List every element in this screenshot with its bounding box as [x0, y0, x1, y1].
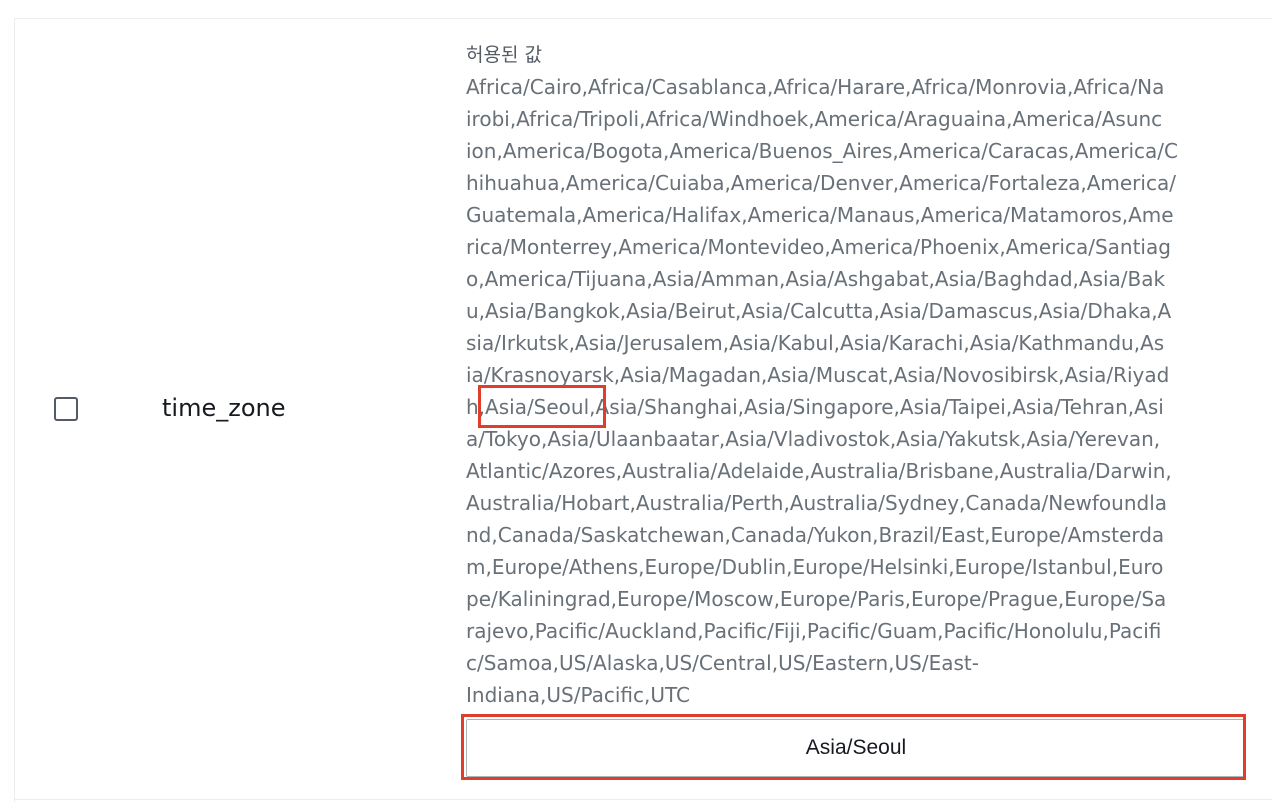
allowed-values-line: Indiana,US/Pacific,UTC	[466, 683, 691, 707]
allowed-values-line: pe/Kaliningrad,Europe/Moscow,Europe/Pari…	[466, 587, 1167, 611]
allowed-values-line: Guatemala,America/Halifax,America/Manaus…	[466, 203, 1174, 227]
allowed-values-line: a/Tokyo,Asia/Ulaanbaatar,Asia/Vladivosto…	[466, 427, 1161, 451]
allowed-values-line: nd,Canada/Saskatchewan,Canada/Yukon,Braz…	[466, 523, 1165, 547]
parameter-table-fragment: time_zone 허용된 값 Africa/Cairo,Africa/Casa…	[0, 0, 1272, 802]
row-bottom-border	[14, 799, 1272, 800]
allowed-values-line: Australia/Hobart,Australia/Perth,Austral…	[466, 491, 1168, 515]
allowed-values-line: rica/Monterrey,America/Montevideo,Americ…	[466, 235, 1171, 259]
allowed-values-line: Atlantic/Azores,Australia/Adelaide,Austr…	[466, 459, 1172, 483]
allowed-values-line: ia/Krasnoyarsk,Asia/Magadan,Asia/Muscat,…	[466, 363, 1170, 387]
allowed-values-text: Africa/Cairo,Africa/Casablanca,Africa/Ha…	[466, 71, 1256, 711]
allowed-values-line: irobi,Africa/Tripoli,Africa/Windhoek,Ame…	[466, 107, 1163, 131]
allowed-values-line: o,America/Tijuana,Asia/Amman,Asia/Ashgab…	[466, 267, 1166, 291]
parameter-name: time_zone	[162, 394, 286, 422]
row-select-checkbox[interactable]	[54, 397, 78, 421]
allowed-values-line: u,Asia/Bangkok,Asia/Beirut,Asia/Calcutta…	[466, 299, 1172, 323]
allowed-values-label: 허용된 값	[466, 44, 542, 66]
allowed-values-line: sia/Irkutsk,Asia/Jerusalem,Asia/Kabul,As…	[466, 331, 1165, 355]
allowed-values-line: c/Samoa,US/Alaska,US/Central,US/Eastern,…	[466, 651, 979, 675]
allowed-values-line: m,Europe/Athens,Europe/Dublin,Europe/Hel…	[466, 555, 1164, 579]
allowed-values-line: hihuahua,America/Cuiaba,America/Denver,A…	[466, 171, 1176, 195]
allowed-values-line: ion,America/Bogota,America/Buenos_Aires,…	[466, 139, 1178, 163]
allowed-values-line: Africa/Cairo,Africa/Casablanca,Africa/Ha…	[466, 75, 1165, 99]
allowed-values-line: rajevo,Pacific/Auckland,Pacific/Fiji,Pac…	[466, 619, 1162, 643]
parameter-value-input[interactable]	[466, 719, 1246, 777]
row-top-border	[14, 18, 1272, 19]
row-left-border	[14, 18, 15, 802]
allowed-values-line: h,Asia/Seoul,Asia/Shanghai,Asia/Singapor…	[466, 395, 1164, 419]
